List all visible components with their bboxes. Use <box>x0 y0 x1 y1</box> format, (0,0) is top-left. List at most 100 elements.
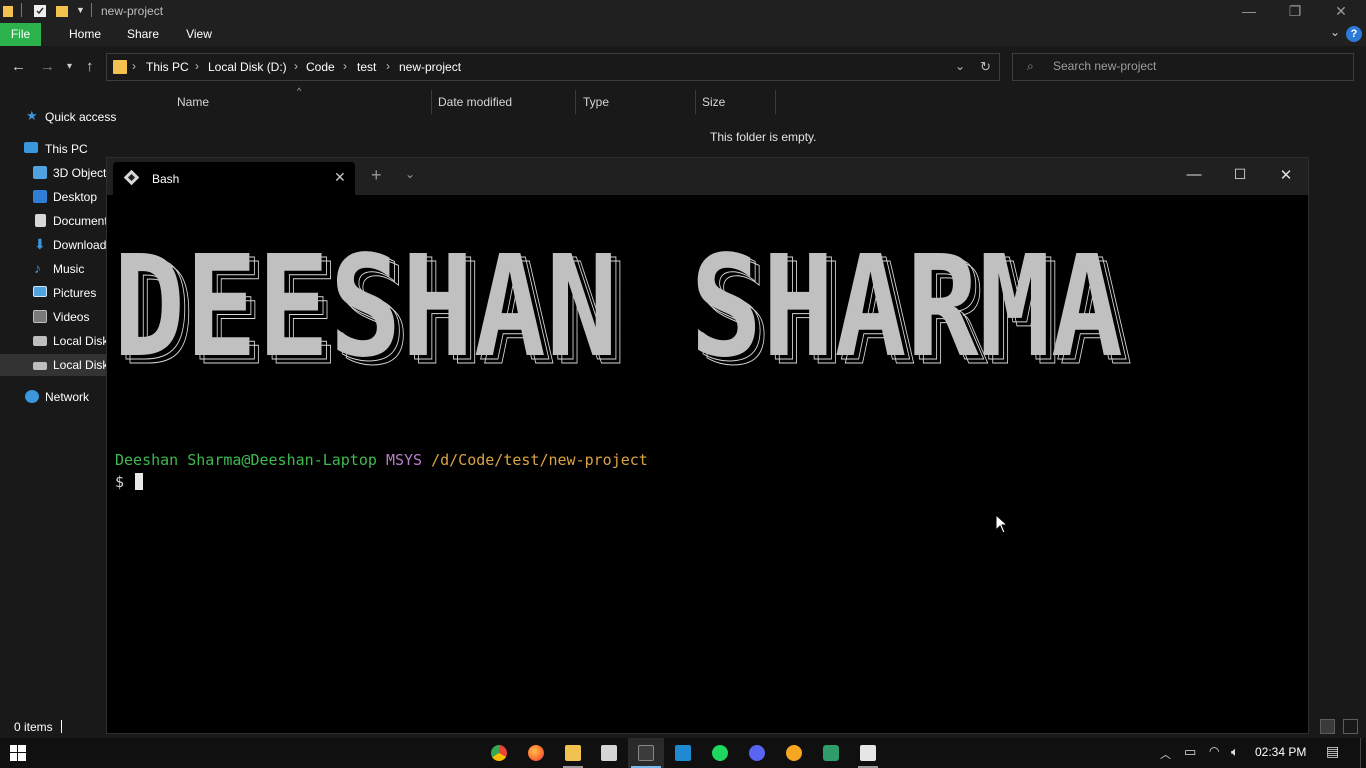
taskbar-remote-desktop[interactable] <box>850 738 886 768</box>
computer-icon <box>24 142 38 153</box>
taskbar-clockify[interactable] <box>776 738 812 768</box>
profile-dropdown-chevron-icon[interactable]: ⌄ <box>405 167 415 181</box>
back-arrow-icon[interactable]: ← <box>11 58 26 75</box>
document-icon <box>35 214 46 227</box>
address-bar[interactable]: › This PC › Local Disk (D:) › Code › tes… <box>106 53 1000 81</box>
tab-file[interactable]: File <box>0 23 41 46</box>
item-count: 0 items <box>14 720 53 734</box>
help-button[interactable]: ? <box>1346 26 1362 42</box>
star-icon: ★ <box>26 108 38 123</box>
taskbar-firefox[interactable] <box>518 738 554 768</box>
nav-item-label: 3D Objects <box>53 166 113 180</box>
download-arrow-icon: ⬇ <box>34 236 46 252</box>
vscode-icon <box>675 745 691 761</box>
drive-icon <box>33 362 47 370</box>
column-header-size[interactable]: Size <box>702 95 725 109</box>
column-divider[interactable] <box>575 90 576 114</box>
volume-icon[interactable]: 🔈︎ <box>1231 744 1239 760</box>
breadcrumb-separator[interactable]: › <box>294 59 298 73</box>
tab-view[interactable]: View <box>180 23 218 46</box>
forward-arrow-icon[interactable]: → <box>40 58 55 75</box>
prompt-system: MSYS <box>385 451 423 469</box>
new-folder-icon[interactable] <box>56 4 69 18</box>
spotify-icon <box>712 745 728 761</box>
column-divider[interactable] <box>695 90 696 114</box>
wifi-icon[interactable]: ◠ <box>1209 744 1219 758</box>
tab-bash[interactable]: Bash ✕ <box>113 162 355 195</box>
terminal-output[interactable]: DEESHAN SHARMA DEESHAN SHARMA DEESHAN SH… <box>107 195 1308 733</box>
refresh-icon[interactable]: ↻ <box>980 59 991 75</box>
tab-close-icon[interactable]: ✕ <box>334 169 346 186</box>
taskbar-vscode[interactable] <box>665 738 701 768</box>
firefox-icon <box>528 745 544 761</box>
taskbar-home-app[interactable] <box>813 738 849 768</box>
prompt-line: Deeshan Sharma@Deeshan-Laptop MSYS /d/Co… <box>115 451 648 469</box>
column-header-date-modified[interactable]: Date modified <box>438 95 512 109</box>
minimize-button[interactable]: — <box>1179 166 1209 183</box>
address-history-chevron-icon[interactable]: ⌄ <box>955 59 965 73</box>
explorer-titlebar: ▼ new-project — ❐ ✕ <box>0 0 1366 23</box>
prompt-symbol: $ <box>115 473 125 491</box>
breadcrumb-test[interactable]: test <box>357 60 376 74</box>
taskbar-spotify[interactable] <box>702 738 738 768</box>
minimize-button[interactable]: — <box>1226 0 1272 23</box>
search-input[interactable] <box>1053 59 1343 73</box>
show-hidden-icons-chevron-icon[interactable]: ︿ <box>1160 746 1171 762</box>
close-button[interactable]: ✕ <box>1318 0 1364 23</box>
battery-icon[interactable]: ▭ <box>1184 744 1196 760</box>
taskbar-discord[interactable] <box>739 738 775 768</box>
windows-start-icon[interactable] <box>10 745 26 761</box>
breadcrumb-new-project[interactable]: new-project <box>399 60 461 74</box>
large-icons-view-icon[interactable] <box>1343 719 1358 734</box>
search-box[interactable]: ⌕ <box>1012 53 1354 81</box>
nav-item-label: Network <box>45 390 90 404</box>
nav-item-quick-access[interactable]: ★ Quick access <box>0 106 159 128</box>
taskbar-chrome[interactable] <box>481 738 517 768</box>
recent-locations-chevron-icon[interactable]: ▾ <box>67 61 72 72</box>
breadcrumb-local-disk-d[interactable]: Local Disk (D:) <box>208 60 287 74</box>
customize-toolbar-chevron-icon[interactable]: ▼ <box>76 5 85 15</box>
up-arrow-icon[interactable]: ↑ <box>86 58 94 75</box>
tab-label: Bash <box>152 172 180 186</box>
text-cursor <box>135 473 144 490</box>
breadcrumb-separator[interactable]: › <box>343 59 347 73</box>
show-desktop-divider[interactable] <box>1360 738 1361 768</box>
new-tab-plus-icon[interactable]: + <box>371 166 382 184</box>
git-bash-icon <box>123 169 140 186</box>
taskbar: ︿ ▭ ◠ 🔈︎ 02:34 PM ▤ <box>0 738 1366 768</box>
column-divider[interactable] <box>775 90 776 114</box>
video-icon <box>33 310 47 323</box>
prompt-path: /d/Code/test/new-project <box>431 451 648 469</box>
column-header-type[interactable]: Type <box>583 95 609 109</box>
breadcrumb-separator[interactable]: › <box>386 59 390 73</box>
expand-ribbon-chevron-icon[interactable]: ⌄ <box>1330 25 1340 39</box>
banner-text: DEESHAN SHARMA <box>113 239 1123 369</box>
details-view-icon[interactable] <box>1320 719 1335 734</box>
pictures-icon <box>33 286 47 297</box>
column-header-name[interactable]: Name <box>177 95 209 109</box>
maximize-button[interactable]: ☐ <box>1225 166 1255 183</box>
notifications-icon[interactable]: ▤ <box>1326 743 1339 760</box>
command-input-line[interactable]: $ <box>115 473 144 491</box>
nav-item-label: Pictures <box>53 286 97 300</box>
sort-ascending-icon: ^ <box>297 86 302 96</box>
breadcrumb-code[interactable]: Code <box>306 60 335 74</box>
breadcrumb-separator[interactable]: › <box>195 59 199 73</box>
navigation-bar: ← → ▾ ↑ › This PC › Local Disk (D:) › Co… <box>0 46 1366 88</box>
terminal-icon <box>638 745 654 761</box>
nav-item-label: Downloads <box>53 238 113 252</box>
nav-item-label: This PC <box>45 142 88 156</box>
restore-button[interactable]: ❐ <box>1272 0 1318 23</box>
tab-share[interactable]: Share <box>122 23 164 46</box>
taskbar-terminal[interactable] <box>628 738 664 768</box>
clock[interactable]: 02:34 PM <box>1255 745 1306 759</box>
tab-home[interactable]: Home <box>64 23 106 46</box>
taskbar-file-explorer[interactable] <box>555 738 591 768</box>
properties-icon[interactable] <box>34 4 47 18</box>
column-divider[interactable] <box>431 90 432 114</box>
taskbar-store[interactable] <box>591 738 627 768</box>
breadcrumb-this-pc[interactable]: This PC <box>146 60 189 74</box>
close-button[interactable]: ✕ <box>1271 166 1301 184</box>
breadcrumb-separator[interactable]: › <box>132 59 136 73</box>
cube-icon <box>33 166 47 179</box>
